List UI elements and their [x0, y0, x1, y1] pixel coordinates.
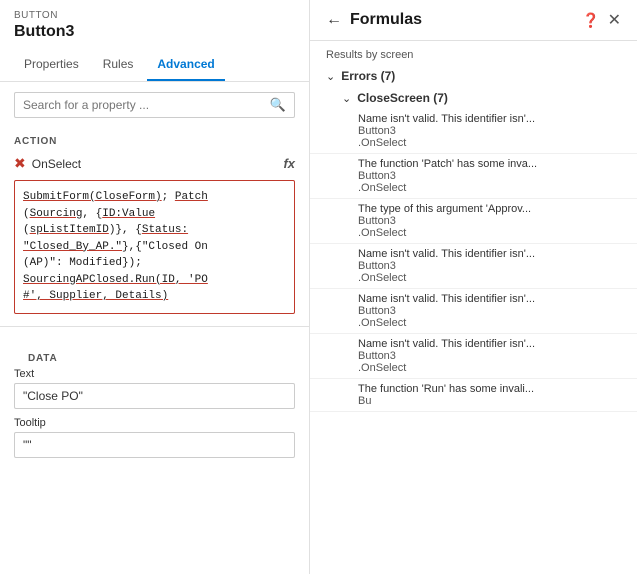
formula-list: ⌄ Errors (7) ⌄ CloseScreen (7) Name isn'… — [310, 65, 637, 574]
list-item[interactable]: The type of this argument 'Approv... But… — [310, 199, 637, 244]
tooltip-field-input[interactable] — [14, 432, 295, 458]
results-label: Results by screen — [310, 41, 637, 65]
left-panel: BUTTON Button3 Properties Rules Advanced… — [0, 0, 310, 574]
text-field-input[interactable] — [14, 383, 295, 409]
element-type: BUTTON — [0, 0, 309, 21]
formulas-header: ← Formulas ❓ ✕ — [310, 0, 637, 41]
error-meta: Button3 .OnSelect — [358, 215, 589, 239]
error-meta: Bu — [358, 395, 589, 407]
on-select-row: ✖ OnSelect fx — [0, 151, 309, 176]
error-meta: Button3 .OnSelect — [358, 260, 589, 284]
list-item[interactable]: The function 'Run' has some invali... Bu — [310, 379, 637, 412]
code-submit: SubmitForm(CloseForm) — [23, 191, 162, 203]
fx-icon[interactable]: fx — [283, 156, 295, 171]
error-icon: ✖ — [14, 155, 26, 172]
errors-group-header[interactable]: ⌄ Errors (7) — [310, 65, 637, 87]
error-meta: Button3 .OnSelect — [358, 350, 589, 374]
error-text: Name isn't valid. This identifier isn'..… — [358, 113, 589, 125]
tooltip-field-label: Tooltip — [14, 417, 295, 429]
data-section-label: DATA — [14, 345, 295, 368]
search-input[interactable] — [23, 98, 270, 112]
list-item[interactable]: Name isn't valid. This identifier isn'..… — [310, 244, 637, 289]
code-editor[interactable]: SubmitForm(CloseForm); Patch (Sourcing, … — [14, 180, 295, 314]
error-text: Name isn't valid. This identifier isn'..… — [358, 293, 589, 305]
tabs-bar: Properties Rules Advanced — [0, 49, 309, 82]
errors-group-title: Errors (7) — [341, 69, 395, 83]
error-text: The type of this argument 'Approv... — [358, 203, 589, 215]
error-meta: Button3 .OnSelect — [358, 170, 589, 194]
tab-rules[interactable]: Rules — [93, 49, 144, 81]
error-text: Name isn't valid. This identifier isn'..… — [358, 248, 589, 260]
error-text: The function 'Patch' has some inva... — [358, 158, 589, 170]
action-section-label: ACTION — [0, 128, 309, 151]
list-item[interactable]: Name isn't valid. This identifier isn'..… — [310, 109, 637, 154]
property-search-bar: 🔍 — [14, 92, 295, 118]
close-button[interactable]: ✕ — [608, 10, 621, 30]
error-text: Name isn't valid. This identifier isn'..… — [358, 338, 589, 350]
tab-properties[interactable]: Properties — [14, 49, 89, 81]
right-panel: ← Formulas ❓ ✕ Results by screen ⌄ Error… — [310, 0, 637, 574]
error-meta: Button3 .OnSelect — [358, 305, 589, 329]
error-text: The function 'Run' has some invali... — [358, 383, 589, 395]
list-item[interactable]: Name isn't valid. This identifier isn'..… — [310, 289, 637, 334]
element-name: Button3 — [0, 21, 309, 49]
data-section: DATA Text Tooltip — [0, 335, 309, 470]
error-meta: Button3 .OnSelect — [358, 125, 589, 149]
closescreen-chevron-icon: ⌄ — [342, 92, 351, 105]
divider — [0, 326, 309, 327]
formulas-title: Formulas — [350, 11, 574, 29]
list-item[interactable]: Name isn't valid. This identifier isn'..… — [310, 334, 637, 379]
text-field-group: Text — [14, 368, 295, 409]
errors-chevron-icon: ⌄ — [326, 70, 335, 83]
back-button[interactable]: ← — [326, 11, 342, 29]
tab-advanced[interactable]: Advanced — [147, 49, 224, 81]
code-patch: Patch — [175, 191, 208, 203]
search-icon: 🔍 — [270, 97, 286, 113]
tooltip-field-group: Tooltip — [14, 417, 295, 458]
help-icon[interactable]: ❓ — [582, 12, 599, 29]
closescreen-subgroup-header[interactable]: ⌄ CloseScreen (7) — [310, 87, 637, 109]
list-item[interactable]: The function 'Patch' has some inva... Bu… — [310, 154, 637, 199]
closescreen-group-title: CloseScreen (7) — [357, 91, 448, 105]
text-field-label: Text — [14, 368, 295, 380]
on-select-label: OnSelect — [32, 157, 81, 171]
